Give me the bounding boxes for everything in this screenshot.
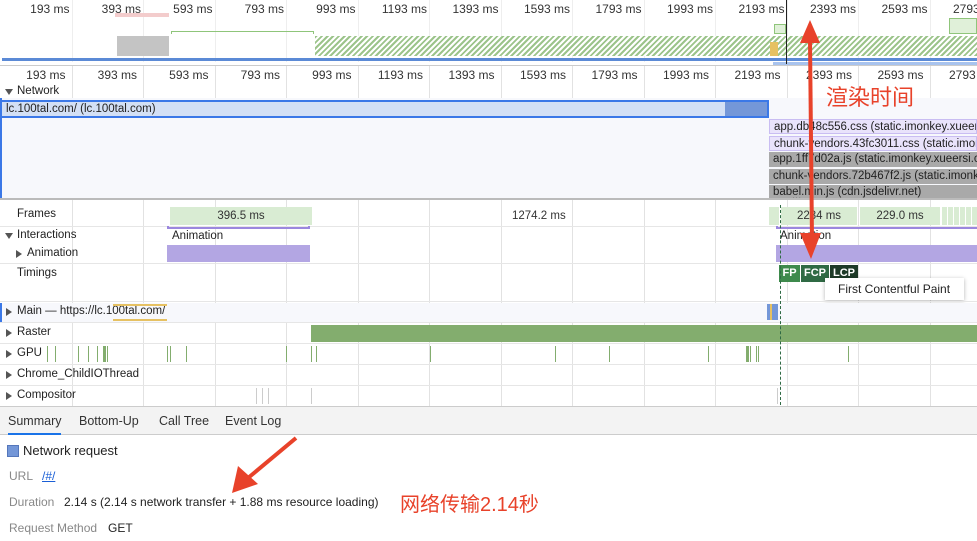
network-time-annotation: 网络传输2.14秒	[400, 494, 539, 516]
network-arrow-head	[232, 466, 258, 493]
render-time-arrow-head-up	[800, 20, 820, 43]
render-time-arrow-shaft	[808, 39, 814, 241]
render-time-arrow-head-down	[800, 233, 821, 259]
render-time-annotation: 渲染时间	[826, 85, 915, 110]
network-arrow-shaft	[246, 436, 298, 480]
